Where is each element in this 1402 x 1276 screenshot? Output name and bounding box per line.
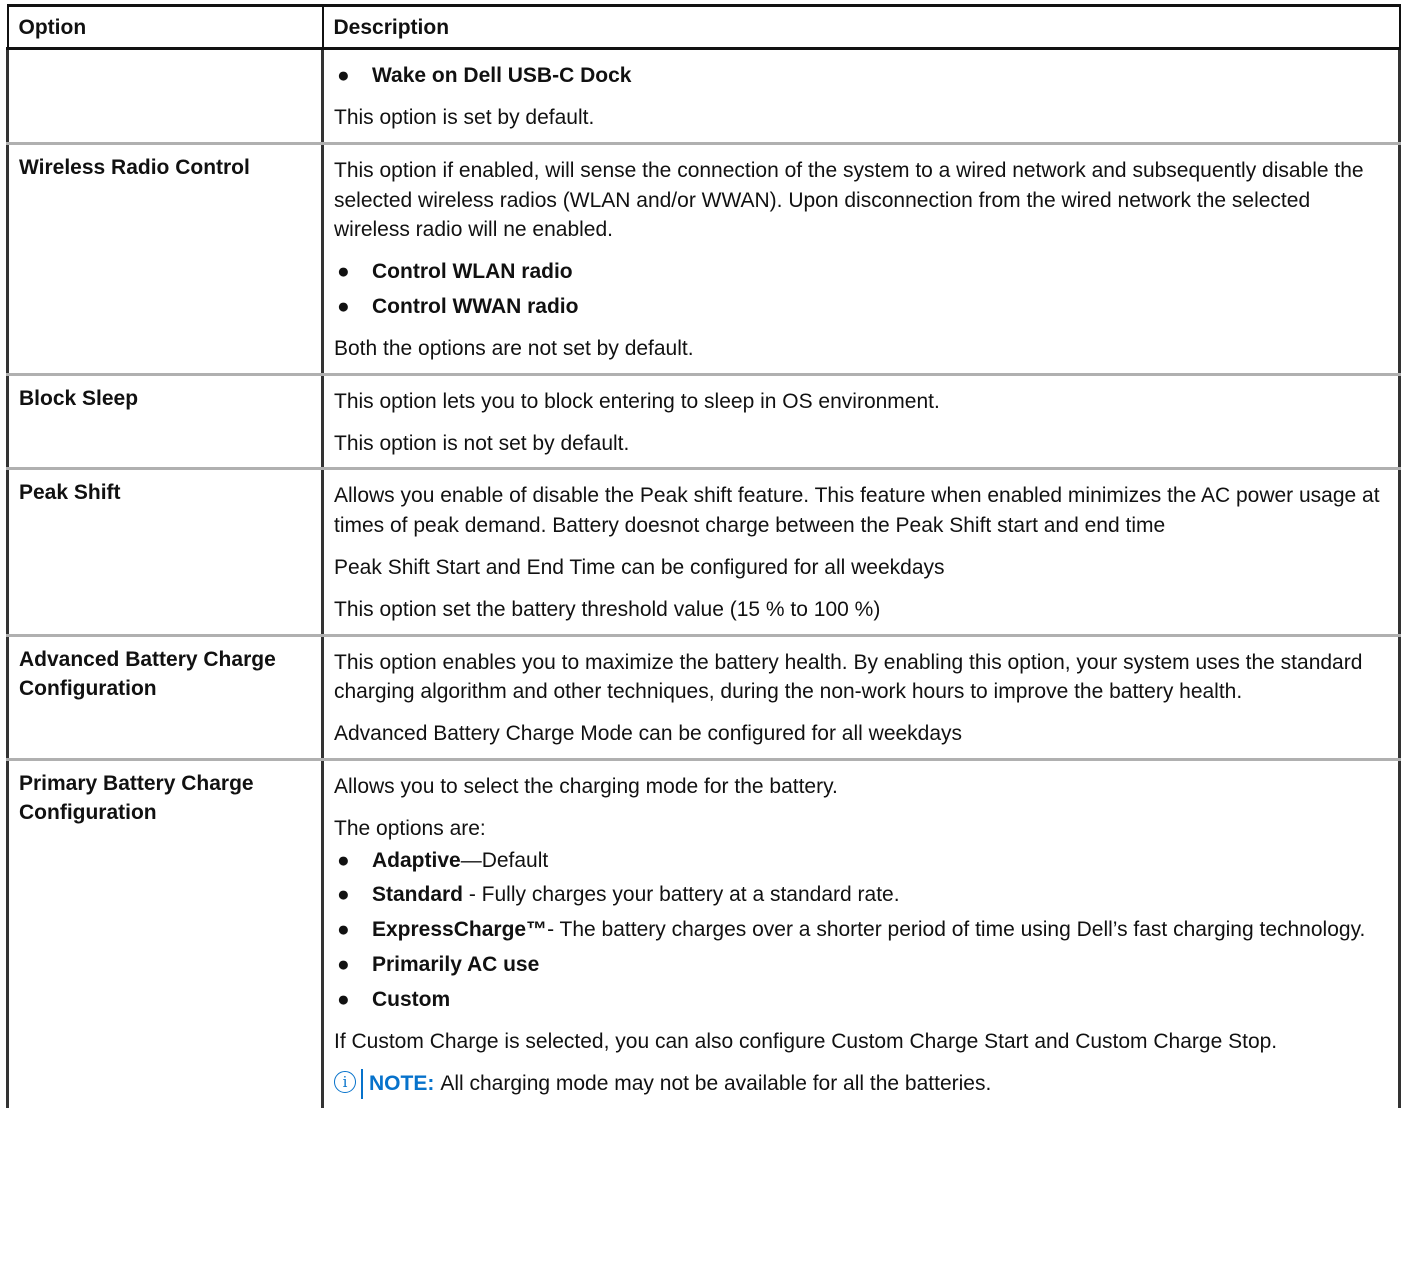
bullet-text: Control WLAN radio: [372, 260, 573, 284]
note-text: All charging mode may not be available f…: [440, 1071, 992, 1095]
bullet-icon: ●: [337, 883, 350, 907]
description-text: This option is set by default.: [334, 106, 595, 129]
description-cell: This option lets you to block entering t…: [321, 374, 1401, 471]
option-cell: Primary Battery Charge Configuration: [6, 759, 324, 1108]
description-text: If Custom Charge is selected, you can al…: [334, 1029, 1278, 1053]
mode-description: - Fully charges your battery at a standa…: [463, 883, 900, 907]
bullet-list: ● Control WLAN radio ● Control WWAN radi…: [334, 257, 1388, 322]
bios-options-table: Option Description ● Wake on Dell USB-C …: [6, 3, 1401, 1108]
bullet-icon: ●: [337, 64, 350, 88]
description-text: Allows you enable of disable the Peak sh…: [334, 484, 1380, 538]
description-cell: Allows you to select the charging mode f…: [321, 759, 1401, 1108]
description-text: Peak Shift Start and End Time can be con…: [334, 555, 945, 579]
column-header-option: Option: [6, 3, 324, 51]
description-text: Advanced Battery Charge Mode can be conf…: [334, 722, 963, 746]
mode-description: —Default: [460, 848, 549, 872]
info-icon: i: [334, 1070, 356, 1093]
note-label: NOTE:: [369, 1071, 435, 1095]
column-header-description: Description: [321, 3, 1401, 51]
description-cell: This option if enabled, will sense the c…: [321, 143, 1401, 376]
option-cell: Block Sleep: [6, 374, 324, 471]
charge-mode-list: ● Adaptive—Default ● Standard - Fully ch…: [334, 846, 1388, 1015]
mode-name: Standard: [372, 883, 464, 907]
list-item: ● Control WLAN radio: [334, 257, 1388, 287]
description-text: This option if enabled, will sense the c…: [334, 158, 1364, 242]
option-cell: Advanced Battery Charge Configuration: [6, 635, 324, 762]
table-row: Peak Shift Allows you enable of disable …: [6, 468, 1401, 637]
description-text: Both the options are not set by default.: [334, 336, 694, 360]
bullet-icon: ●: [337, 953, 350, 977]
description-text: This option set the battery threshold va…: [334, 597, 881, 621]
description-text: This option lets you to block entering t…: [334, 389, 940, 413]
bullet-text: Control WWAN radio: [372, 295, 579, 319]
list-item: ● ExpressCharge™- The battery charges ov…: [334, 915, 1388, 945]
mode-name: Primarily AC use: [372, 953, 540, 977]
note-divider: [361, 1068, 363, 1099]
description-cell: This option enables you to maximize the …: [321, 635, 1401, 762]
table-row: ● Wake on Dell USB-C Dock This option is…: [6, 48, 1401, 145]
option-cell: Peak Shift: [6, 468, 324, 637]
option-cell: Wireless Radio Control: [6, 143, 324, 376]
table-row: Block Sleep This option lets you to bloc…: [6, 374, 1401, 471]
note-body: NOTE: All charging mode may not be availa…: [369, 1069, 991, 1099]
bullet-list: ● Wake on Dell USB-C Dock: [334, 61, 1388, 91]
bullet-text: Wake on Dell USB-C Dock: [372, 64, 632, 88]
list-item: ● Control WWAN radio: [334, 292, 1388, 322]
bullet-icon: ●: [337, 848, 350, 872]
description-text: This option is not set by default.: [334, 431, 630, 455]
table-row: Wireless Radio Control This option if en…: [6, 143, 1401, 376]
list-item: ● Custom: [334, 985, 1388, 1015]
list-item: ● Wake on Dell USB-C Dock: [334, 61, 1388, 91]
description-text: Allows you to select the charging mode f…: [334, 775, 838, 798]
mode-name: Custom: [372, 987, 451, 1011]
mode-description: - The battery charges over a shorter per…: [547, 918, 1366, 942]
bullet-icon: ●: [337, 295, 350, 319]
bullet-icon: ●: [337, 260, 350, 284]
note-callout: i NOTE: All charging mode may not be avai…: [334, 1068, 1388, 1099]
bullet-icon: ●: [337, 987, 350, 1011]
list-item: ● Primarily AC use: [334, 950, 1388, 980]
description-cell: Allows you enable of disable the Peak sh…: [321, 468, 1401, 637]
table-row: Advanced Battery Charge Configuration Th…: [6, 635, 1401, 762]
description-text: This option enables you to maximize the …: [334, 650, 1363, 704]
options-intro: The options are:: [334, 816, 486, 840]
table-row: Primary Battery Charge Configuration All…: [6, 759, 1401, 1108]
mode-name: ExpressCharge™: [372, 918, 548, 942]
bullet-icon: ●: [337, 918, 350, 942]
mode-name: Adaptive: [372, 848, 461, 872]
list-item: ● Adaptive—Default: [334, 846, 1388, 876]
description-cell: ● Wake on Dell USB-C Dock This option is…: [321, 48, 1401, 145]
table-header-row: Option Description: [6, 3, 1401, 51]
option-cell: [6, 48, 324, 145]
list-item: ● Standard - Fully charges your battery …: [334, 880, 1388, 910]
